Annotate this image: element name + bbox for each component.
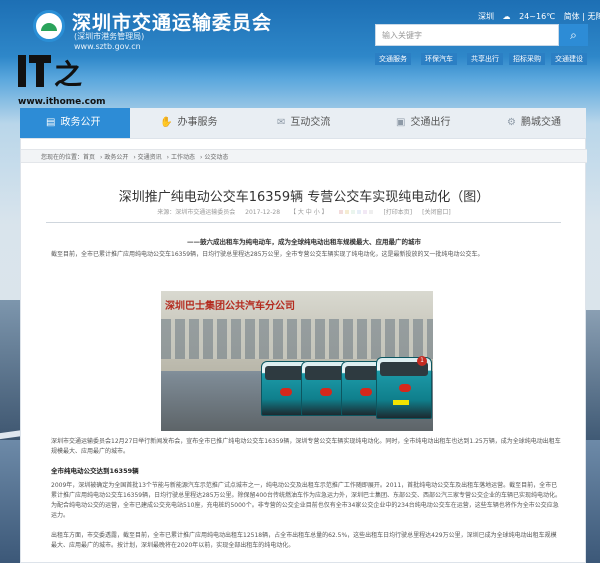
print-link[interactable]: [打印本页] [383,209,412,216]
bus-bow [398,384,411,392]
article-paragraph: 深圳市交通运输委员会12月27日举行新闻发布会，宣布全市已推广纯电动公交车163… [51,438,561,455]
breadcrumb-trail: 您现在的位置：首页 › 政务公开 › 交通资讯 › 工作动态 › 公交动态 [41,154,229,161]
article-source: 来源：深圳市交通运输委员会 [157,209,236,216]
nav-label: 鹏城交通 [520,117,561,128]
chat-icon: ✉ [277,117,286,128]
photo-building-windows [161,319,433,359]
article-intro: 截至目前，全市已累计推广应用纯电动公交车16359辆，日均行驶总里程达285万公… [51,251,484,258]
weather-city: 深圳 [478,12,494,21]
search-input[interactable]: 输入关键字 [375,24,559,46]
breadcrumb-item[interactable]: 您现在的位置：首页 [41,154,95,161]
quick-link-bidding[interactable]: 招标采购 [509,53,545,65]
nav-label: 互动交流 [290,117,331,128]
bus-plate [393,400,410,405]
search-button[interactable]: ⌕ [559,24,588,46]
watermark-hanzi: 之 [54,58,83,91]
ithome-watermark-logo: 之 [18,55,82,95]
breadcrumb-item[interactable]: 公交动态 [204,154,228,161]
quick-link-eco-car[interactable]: 环保汽车 [421,53,457,65]
gear-icon: ⚙ [507,117,516,128]
bus-window [305,366,345,380]
main-nav: ▤ 政务公开 ✋ 办事服务 ✉ 互动交流 ▣ 交通出行 ⚙ 鹏城交通 [20,108,586,138]
nav-label: 交通出行 [410,117,451,128]
section-heading: 全市纯电动公交达到16359辆 [51,467,139,475]
handshake-icon: ✋ [160,117,173,128]
nav-label: 政务公开 [60,117,101,128]
breadcrumb-item[interactable]: 工作动态 [171,154,195,161]
nav-item-pengcheng[interactable]: ⚙ 鹏城交通 [507,108,587,138]
title-divider [46,222,561,223]
bus-bow [360,388,373,396]
color-swatch[interactable] [338,210,343,214]
close-window-link[interactable]: [关闭窗口] [422,209,451,216]
site-logo-icon[interactable] [33,10,65,42]
quick-link-traffic-service[interactable]: 交通服务 [375,53,411,65]
font-size-switch[interactable]: 【 大 中 小 】 [290,209,328,216]
photo-building-sign: 深圳巴士集团公共汽车分公司 [165,301,295,312]
photo-bus: 1 [376,356,432,419]
site-url: www.sztb.gov.cn [74,42,141,51]
breadcrumb-item[interactable]: 政务公开 [104,154,128,161]
nav-item-gov-affairs[interactable]: ▤ 政务公开 [20,108,130,138]
weather-temperature: 24~16℃ [519,12,556,21]
breadcrumb-item[interactable]: 交通资讯 [138,154,162,161]
background-color-picker [338,209,374,216]
watermark-letter-i [18,55,26,87]
color-swatch[interactable] [350,210,355,214]
watermark-url: www.ithome.com [18,97,106,107]
color-swatch[interactable] [344,210,349,214]
nav-label: 办事服务 [177,117,218,128]
article-subheading: ——鼓六成出租车为纯电动车，成为全球纯电动出租车规模最大、应用最广的城市 [187,238,421,246]
article-panel: 您现在的位置：首页 › 政务公开 › 交通资讯 › 工作动态 › 公交动态 深圳推广纯电… [20,138,587,563]
watermark-letter-t-stem [36,55,44,87]
bus-bow [320,388,333,396]
bus-bow [280,388,293,396]
color-swatch[interactable] [356,210,361,214]
article-photo: 深圳巴士集团公共汽车分公司 1 [161,291,433,431]
search-icon: ⌕ [570,28,577,42]
bus-number: 1 [417,356,427,366]
bus-window [265,366,305,380]
nav-item-interaction[interactable]: ✉ 互动交流 [277,108,367,138]
article-paragraph: 出租车方面，市交委透露，截至目前，全市已累计推广应用纯电动出租车12518辆，占… [51,532,557,549]
weather-icon: ☁ [502,12,511,21]
quick-link-shared-travel[interactable]: 共享出行 [467,53,503,65]
site-header: 深圳市交通运输委员会 (深圳市港务管理局) www.sztb.gov.cn 深圳… [0,0,600,108]
quick-link-construction[interactable]: 交通建设 [551,53,587,65]
article-date: 2017-12-28 [245,209,281,216]
article-paragraph: 2009年，深圳被确定为全国首批13个节能与新能源汽车示范推广试点城市之一，纯电… [51,482,561,519]
book-icon: ▤ [46,117,56,128]
nav-item-services[interactable]: ✋ 办事服务 [160,108,250,138]
bus-icon: ▣ [396,117,406,128]
breadcrumb: 您现在的位置：首页 › 政务公开 › 交通资讯 › 工作动态 › 公交动态 [21,149,587,163]
color-swatch[interactable] [368,210,373,214]
article-title: 深圳推广纯电动公交车16359辆 专营公交车实现纯电动化（图） [118,190,490,205]
weather-bar: 深圳 ☁ 24~16℃ 简体 | 无障碍 [478,11,600,22]
color-swatch[interactable] [362,210,367,214]
nav-item-travel[interactable]: ▣ 交通出行 [396,108,486,138]
language-links[interactable]: 简体 | 无障碍 [564,12,600,21]
site-subtitle: (深圳市港务管理局) [74,32,145,41]
article-meta: 来源：深圳市交通运输委员会 2017-12-28 【 大 中 小 】 [打印本页… [21,207,587,216]
